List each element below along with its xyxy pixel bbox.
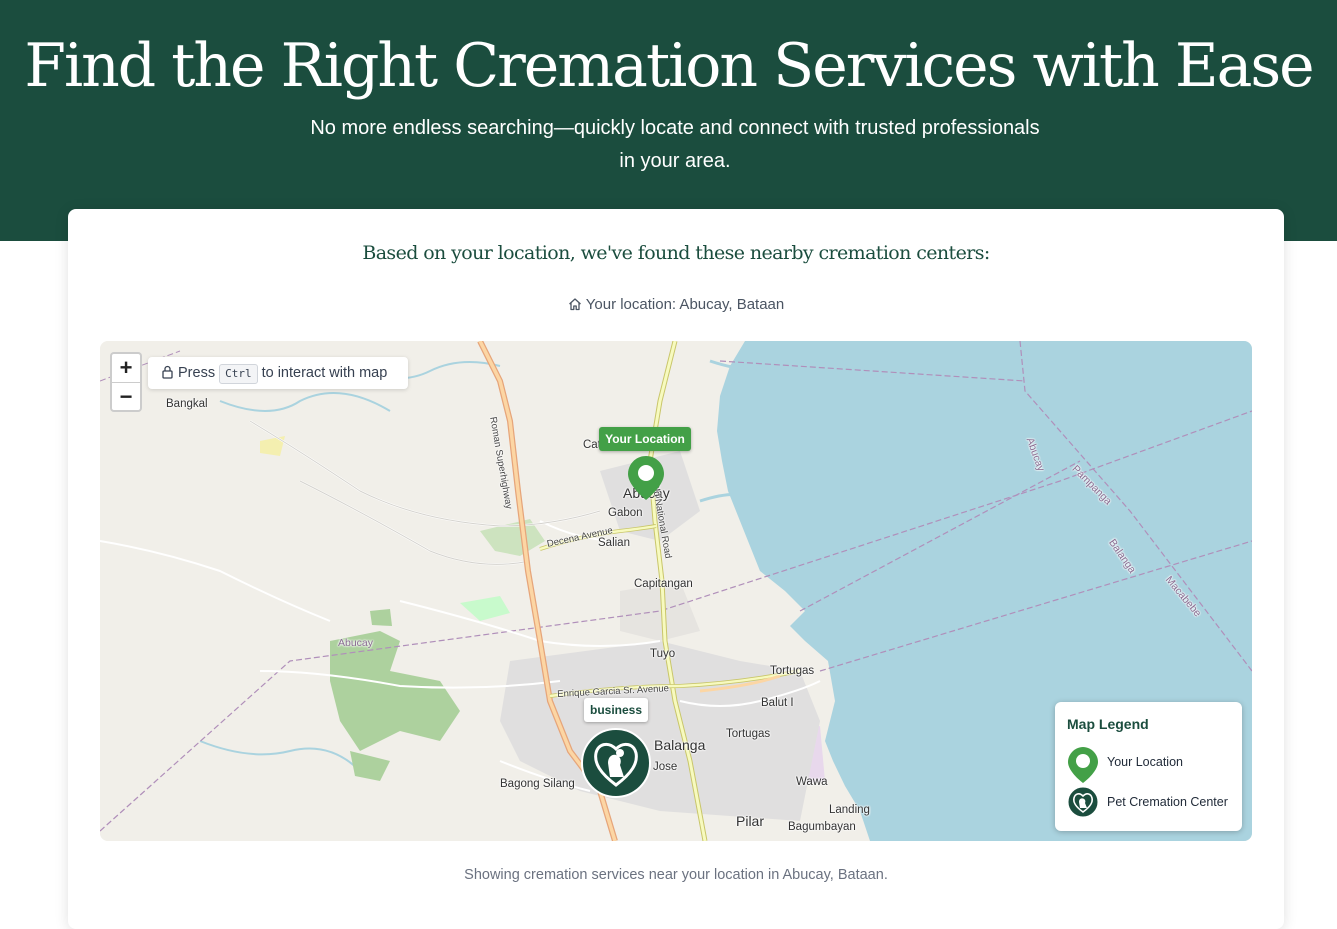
place-label: Salian bbox=[598, 537, 630, 549]
lock-icon bbox=[161, 359, 174, 391]
legend-item: Pet Cremation Center bbox=[1067, 786, 1237, 820]
hint-press: Press bbox=[178, 365, 216, 381]
place-label: Bagong Silang bbox=[500, 778, 575, 790]
place-label: Tortugas bbox=[770, 665, 815, 677]
page-subtitle: No more endless searching—quickly locate… bbox=[290, 112, 1060, 178]
place-label: Wawa bbox=[796, 776, 828, 788]
place-label: Jose bbox=[653, 761, 678, 773]
subtitle-line-2: in your area. bbox=[619, 150, 731, 172]
admin-label: Abucay bbox=[338, 637, 374, 649]
place-label: Balut I bbox=[761, 697, 794, 709]
home-icon bbox=[568, 297, 582, 315]
place-label: Landing bbox=[829, 804, 870, 816]
ctrl-interact-hint: Press Ctrl to interact with map bbox=[148, 357, 408, 389]
user-location-line: Your location: Abucay, Bataan bbox=[68, 296, 1284, 315]
subtitle-line-1: No more endless searching—quickly locate… bbox=[310, 117, 1040, 139]
ctrl-key: Ctrl bbox=[219, 364, 258, 384]
your-location-tooltip: Your Location bbox=[599, 427, 691, 451]
place-label: Bagumbayan bbox=[788, 821, 856, 833]
place-label: Pilar bbox=[736, 813, 765, 829]
pet-cremation-icon bbox=[581, 728, 651, 798]
zoom-control: + − bbox=[110, 352, 142, 412]
business-tooltip: business bbox=[584, 698, 648, 722]
location-pin-icon bbox=[1068, 747, 1098, 783]
location-pin-icon bbox=[628, 456, 664, 500]
cremation-center-marker[interactable] bbox=[580, 727, 652, 804]
place-label: Gabon bbox=[608, 507, 643, 519]
page-title: Find the Right Cremation Services with E… bbox=[24, 31, 1314, 101]
hero-banner: Find the Right Cremation Services with E… bbox=[0, 0, 1337, 241]
place-label: Bangkal bbox=[166, 398, 208, 410]
results-card: Based on your location, we've found thes… bbox=[68, 209, 1284, 929]
legend-item: Your Location bbox=[1067, 746, 1237, 783]
legend-title: Map Legend bbox=[1067, 716, 1149, 732]
hint-rest: to interact with map bbox=[261, 365, 388, 381]
your-location-marker[interactable] bbox=[626, 454, 666, 507]
legend-label: Pet Cremation Center bbox=[1107, 795, 1228, 809]
legend-label: Your Location bbox=[1107, 755, 1183, 769]
place-label: Tortugas bbox=[726, 728, 771, 740]
place-label: Tuyo bbox=[650, 648, 676, 660]
place-label: Balanga bbox=[654, 737, 706, 753]
pet-cremation-icon bbox=[1067, 786, 1099, 818]
user-location-label: Your location: Abucay, Bataan bbox=[585, 296, 785, 313]
zoom-out-button[interactable]: − bbox=[112, 383, 140, 411]
zoom-in-button[interactable]: + bbox=[112, 354, 140, 383]
map-legend: Map Legend Your Location Pet Cremation C… bbox=[1055, 702, 1242, 831]
map-view[interactable]: Bangkal Catr Abucay Gabon Salian Capitan… bbox=[100, 341, 1252, 841]
results-heading: Based on your location, we've found thes… bbox=[362, 242, 990, 264]
place-label: Capitangan bbox=[634, 578, 693, 590]
map-footer-note: Showing cremation services near your loc… bbox=[464, 867, 888, 883]
